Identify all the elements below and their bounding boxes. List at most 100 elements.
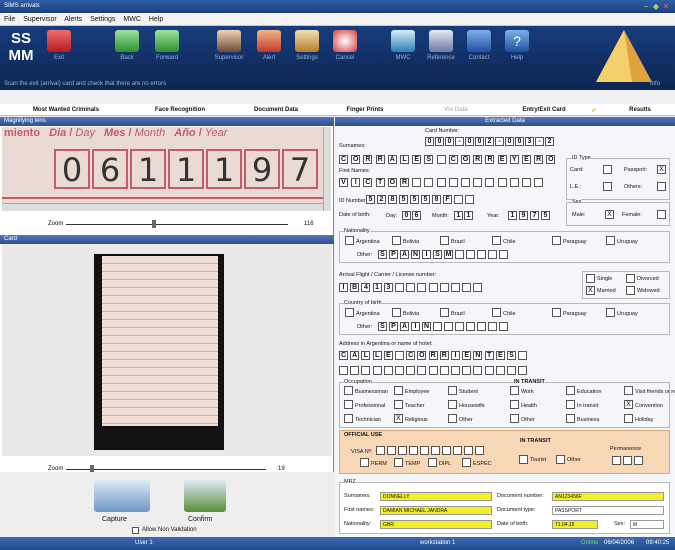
cob-other-char[interactable] (466, 322, 475, 331)
address-char[interactable]: E (462, 351, 472, 360)
flight-char[interactable] (417, 283, 427, 292)
address-line-2-char[interactable] (383, 366, 393, 375)
id-le-checkbox[interactable] (603, 182, 612, 191)
id-passport-checkbox[interactable]: X (657, 165, 666, 174)
nationality-other-char[interactable]: A (400, 250, 409, 259)
card-number-char[interactable]: 3 (525, 137, 534, 146)
first-names-char[interactable] (485, 178, 495, 187)
address-line-2-char[interactable] (484, 366, 494, 375)
address-char[interactable]: L (361, 351, 371, 360)
address-line-2-char[interactable] (350, 366, 360, 375)
widowed-checkbox[interactable] (626, 286, 635, 295)
address-char[interactable]: C (406, 351, 416, 360)
address-line-2-char[interactable] (451, 366, 460, 375)
id-number-char[interactable]: 2 (377, 195, 386, 204)
purpose-checkbox[interactable] (566, 400, 575, 409)
id-number-char[interactable]: 5 (421, 195, 430, 204)
visa-char[interactable] (409, 446, 418, 455)
mwc-button[interactable]: MWC (386, 30, 420, 61)
address-line-2-char[interactable] (439, 366, 449, 375)
first-names-char[interactable] (448, 178, 458, 187)
dob-year-char[interactable]: 7 (530, 211, 539, 220)
id-number-char[interactable] (454, 195, 463, 204)
menu-settings[interactable]: Settings (90, 16, 115, 23)
surnames-char[interactable]: C (339, 155, 348, 164)
surnames-char[interactable]: Y (509, 155, 519, 164)
first-names-char[interactable] (473, 178, 483, 187)
cob-checkbox[interactable] (552, 308, 561, 317)
address-line-2-char[interactable] (339, 366, 348, 375)
reference-button[interactable]: Reference (424, 30, 458, 61)
menu-file[interactable]: File (4, 16, 15, 23)
dob-month-char[interactable]: 1 (454, 211, 463, 220)
surnames-char[interactable]: E (497, 155, 507, 164)
id-number-char[interactable] (465, 195, 474, 204)
cob-other-char[interactable] (455, 322, 464, 331)
dob-day-char[interactable]: 0 (402, 211, 411, 220)
surnames-char[interactable]: O (461, 155, 470, 164)
tab-results[interactable]: Results (610, 107, 670, 113)
nationality-checkbox[interactable] (552, 236, 561, 245)
first-names-char[interactable]: I (351, 178, 361, 187)
cob-checkbox[interactable] (345, 308, 354, 317)
id-number-char[interactable]: 5 (410, 195, 419, 204)
address-char[interactable]: L (372, 351, 382, 360)
surnames-char[interactable]: R (363, 155, 373, 164)
first-names-char[interactable] (436, 178, 446, 187)
flight-char[interactable] (473, 283, 483, 292)
address-line-2-char[interactable] (406, 366, 416, 375)
visa-char[interactable] (398, 446, 407, 455)
address-char[interactable]: R (439, 351, 449, 360)
tab-document-data[interactable]: Document Data (228, 107, 324, 113)
card-number-char[interactable]: 2 (545, 137, 554, 146)
menu-help[interactable]: Help (149, 16, 163, 23)
permanence-char[interactable] (634, 456, 643, 465)
cob-other-char[interactable]: N (422, 322, 431, 331)
flight-char[interactable] (406, 283, 416, 292)
visa-type-checkbox[interactable] (428, 458, 437, 467)
nationality-other-char[interactable]: S (378, 250, 387, 259)
nationality-checkbox[interactable] (392, 236, 401, 245)
other-transit-checkbox[interactable] (556, 455, 565, 464)
tab-entry-exit-card[interactable]: Entry/Exit Card (504, 107, 584, 113)
tab-vis-data[interactable]: Vis Data (408, 107, 504, 113)
dob-year-char[interactable]: 5 (541, 211, 550, 220)
id-number-char[interactable]: 5 (366, 195, 375, 204)
dob-year-char[interactable]: 1 (508, 211, 517, 220)
address-char[interactable]: N (473, 351, 483, 360)
flight-char[interactable] (395, 283, 404, 292)
occupation-checkbox[interactable] (448, 414, 457, 423)
capture-button[interactable]: Capture (102, 516, 127, 523)
card-zoom-slider[interactable] (66, 469, 266, 470)
magnifier-zoom-slider[interactable] (66, 224, 288, 225)
tab-face-recognition[interactable]: Face Recognition (132, 107, 228, 113)
female-checkbox[interactable] (657, 210, 666, 219)
alert-button[interactable]: Alert (252, 30, 286, 61)
close-icon[interactable]: ✕ (662, 2, 670, 11)
surnames-char[interactable]: O (546, 155, 556, 164)
male-checkbox[interactable]: X (605, 210, 614, 219)
dob-month-char[interactable]: 1 (464, 211, 473, 220)
tab-most-wanted[interactable]: Most Wanted Criminals (0, 107, 132, 113)
nationality-other-char[interactable]: I (422, 250, 431, 259)
purpose-checkbox[interactable] (566, 414, 575, 423)
address-char[interactable] (395, 351, 404, 360)
id-number-char[interactable]: 5 (399, 195, 408, 204)
nationality-other-char[interactable] (477, 250, 486, 259)
surnames-char[interactable]: C (448, 155, 458, 164)
occupation-checkbox[interactable] (394, 400, 403, 409)
occupation-checkbox[interactable] (344, 386, 353, 395)
visa-char[interactable] (376, 446, 385, 455)
visa-char[interactable] (464, 446, 473, 455)
address-line-2-char[interactable] (495, 366, 505, 375)
surnames-char[interactable]: E (522, 155, 531, 164)
visa-type-checkbox[interactable] (462, 458, 471, 467)
flight-char[interactable] (439, 283, 449, 292)
cob-other-char[interactable] (488, 322, 497, 331)
card-number-char[interactable]: - (495, 137, 504, 146)
first-names-char[interactable]: C (363, 178, 373, 187)
address-line-2-char[interactable] (462, 366, 472, 375)
first-names-char[interactable] (461, 178, 470, 187)
visa-type-checkbox[interactable] (394, 458, 403, 467)
permanence-char[interactable] (612, 456, 621, 465)
